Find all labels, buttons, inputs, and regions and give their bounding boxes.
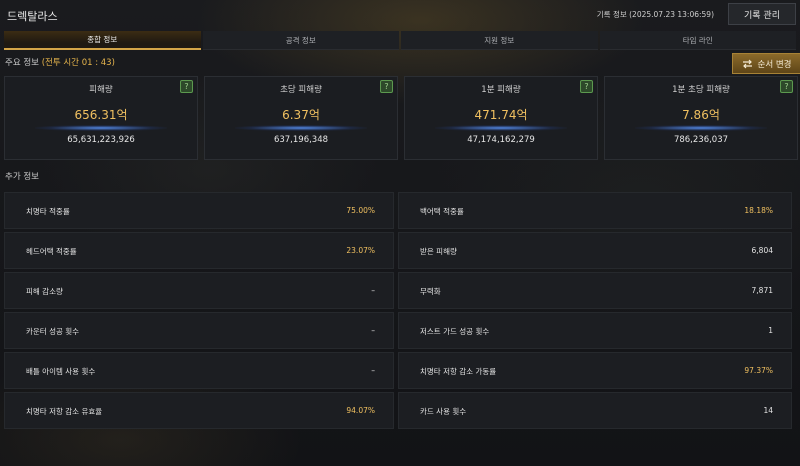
stat-raw-value: 637,196,348 xyxy=(273,135,329,145)
info-value: 14 xyxy=(763,406,773,415)
window-header: 드렉탈라스 기록 정보 (2025.07.23 13:06:59) 기록 관리 xyxy=(0,0,800,30)
help-icon[interactable]: ? xyxy=(180,80,193,93)
info-row: 카드 사용 횟수 14 xyxy=(398,392,792,429)
glow-divider xyxy=(635,125,767,131)
stat-card-dps: 초당 피해량 ? 6.37억 637,196,348 xyxy=(204,76,398,160)
help-icon[interactable]: ? xyxy=(780,80,793,93)
stat-value: 656.31억 xyxy=(74,108,128,122)
info-key: 치명타 저항 감소 유효율 xyxy=(26,407,103,416)
tab-timeline[interactable]: 타임 라인 xyxy=(599,31,796,50)
stat-value: 7.86억 xyxy=(682,108,720,122)
swap-arrows-icon xyxy=(742,59,752,68)
info-value: 7,871 xyxy=(751,286,773,295)
info-key: 받은 피해량 xyxy=(420,247,457,256)
window-title: 드렉탈라스 xyxy=(7,10,58,23)
main-stats: 피해량 ? 656.31억 65,631,223,926 초당 피해량 ? 6.… xyxy=(4,76,800,160)
order-change-label: 순서 변경 xyxy=(757,59,792,70)
stat-value: 6.37억 xyxy=(282,108,320,122)
stat-raw-value: 47,174,162,279 xyxy=(467,135,535,145)
record-manage-button[interactable]: 기록 관리 xyxy=(728,3,796,25)
info-value: – xyxy=(371,286,375,295)
info-value: – xyxy=(371,366,375,375)
glow-divider xyxy=(235,125,367,131)
info-value: 23.07% xyxy=(346,246,375,255)
info-value: 18.18% xyxy=(744,206,773,215)
info-key: 무력화 xyxy=(420,287,441,296)
info-row: 헤드어택 적중률 23.07% xyxy=(4,232,394,269)
info-row: 무력화 7,871 xyxy=(398,272,792,309)
tab-overview[interactable]: 종합 정보 xyxy=(4,31,201,50)
info-key: 카운터 성공 횟수 xyxy=(26,327,80,336)
main-info-heading: 주요 정보 (전투 시간 01 : 43) xyxy=(5,56,115,68)
info-key: 헤드어택 적중률 xyxy=(26,247,77,256)
stat-card-damage: 피해량 ? 656.31억 65,631,223,926 xyxy=(4,76,198,160)
info-key: 피해 감소량 xyxy=(26,287,63,296)
record-info: 기록 정보 (2025.07.23 13:06:59) xyxy=(596,10,714,19)
info-row: 카운터 성공 횟수 – xyxy=(4,312,394,349)
help-icon[interactable]: ? xyxy=(580,80,593,93)
tab-attack[interactable]: 공격 정보 xyxy=(202,31,399,50)
info-value: 6,804 xyxy=(751,246,773,255)
info-value: – xyxy=(371,326,375,335)
info-row: 백어택 적중률 18.18% xyxy=(398,192,792,229)
tab-bar: 종합 정보 공격 정보 지원 정보 타임 라인 xyxy=(4,31,796,50)
info-row: 치명타 적중률 75.00% xyxy=(4,192,394,229)
info-value: 97.37% xyxy=(744,366,773,375)
help-icon[interactable]: ? xyxy=(380,80,393,93)
info-key: 배틀 아이템 사용 횟수 xyxy=(26,367,96,376)
info-row: 치명타 저항 감소 유효율 94.07% xyxy=(4,392,394,429)
info-row: 받은 피해량 6,804 xyxy=(398,232,792,269)
stat-label: 1분 초당 피해량 xyxy=(672,85,730,95)
stat-label: 초당 피해량 xyxy=(280,85,322,95)
stat-raw-value: 786,236,037 xyxy=(673,135,729,145)
glow-divider xyxy=(435,125,567,131)
battle-time: (전투 시간 01 : 43) xyxy=(41,58,115,68)
info-row: 저스트 가드 성공 횟수 1 xyxy=(398,312,792,349)
order-change-button[interactable]: 순서 변경 xyxy=(732,53,800,74)
extra-info-heading: 추가 정보 xyxy=(5,172,39,182)
stat-value: 471.74억 xyxy=(474,108,528,122)
glow-divider xyxy=(35,125,167,131)
info-row: 피해 감소량 – xyxy=(4,272,394,309)
info-key: 카드 사용 횟수 xyxy=(420,407,467,416)
stat-label: 1분 피해량 xyxy=(481,85,521,95)
stat-raw-value: 65,631,223,926 xyxy=(67,135,135,145)
tab-support[interactable]: 지원 정보 xyxy=(401,31,598,50)
stat-card-1min-damage: 1분 피해량 ? 471.74억 47,174,162,279 xyxy=(404,76,598,160)
info-row: 치명타 저항 감소 가동률 97.37% xyxy=(398,352,792,389)
info-value: 94.07% xyxy=(346,406,375,415)
stat-card-1min-dps: 1분 초당 피해량 ? 7.86억 786,236,037 xyxy=(604,76,798,160)
info-key: 저스트 가드 성공 횟수 xyxy=(420,327,490,336)
info-key: 치명타 저항 감소 가동률 xyxy=(420,367,497,376)
info-value: 75.00% xyxy=(346,206,375,215)
info-row: 배틀 아이템 사용 횟수 – xyxy=(4,352,394,389)
info-key: 백어택 적중률 xyxy=(420,207,464,216)
main-info-label: 주요 정보 xyxy=(5,58,39,68)
info-key: 치명타 적중률 xyxy=(26,207,70,216)
info-value: 1 xyxy=(768,326,773,335)
stat-label: 피해량 xyxy=(89,85,113,95)
